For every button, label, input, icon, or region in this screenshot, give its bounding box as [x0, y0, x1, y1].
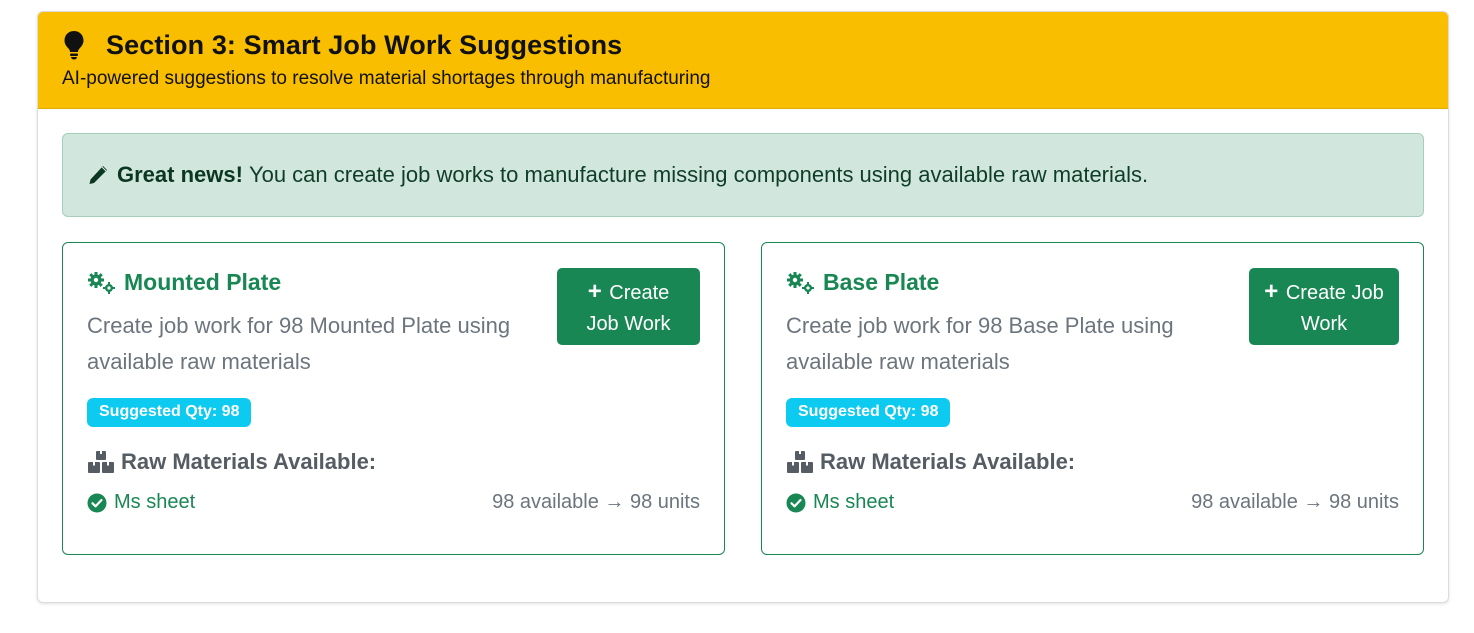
- material-name: Ms sheet: [87, 491, 195, 514]
- card-description: Create job work for 98 Base Plate using …: [786, 313, 1174, 374]
- raw-materials-title: Raw Materials Available:: [820, 449, 1076, 474]
- suggested-qty-badge: Suggested Qty: 98: [87, 398, 252, 427]
- card-title: Mounted Plate: [124, 269, 282, 295]
- check-circle-icon: [786, 493, 806, 513]
- job-suggestion-card: Mounted Plate Create job work for 98 Mou…: [62, 242, 725, 555]
- card-title-row: Mounted Plate: [87, 269, 549, 296]
- section-body: Great news! You can create job works to …: [38, 109, 1448, 555]
- lightbulb-icon: [62, 28, 86, 62]
- create-job-work-button[interactable]: + Create Job Work: [557, 268, 700, 345]
- plus-icon: +: [587, 278, 602, 305]
- pencil-icon: [87, 164, 109, 186]
- create-job-work-button[interactable]: + Create Job Work: [1249, 268, 1399, 345]
- card-description: Create job work for 98 Mounted Plate usi…: [87, 313, 511, 374]
- material-row: Ms sheet 98 available → 98 units: [786, 491, 1399, 514]
- material-row: Ms sheet 98 available → 98 units: [87, 491, 700, 514]
- card-info: Base Plate Create job work for 98 Base P…: [786, 267, 1249, 380]
- card-title-row: Base Plate: [786, 269, 1241, 296]
- section-header: Section 3: Smart Job Work Suggestions AI…: [38, 12, 1448, 109]
- smart-job-work-section: Section 3: Smart Job Work Suggestions AI…: [37, 11, 1449, 603]
- cogs-icon: [786, 271, 816, 295]
- material-name-text: Ms sheet: [813, 491, 895, 513]
- material-qty: 98 available → 98 units: [492, 491, 700, 513]
- plus-icon: +: [1264, 278, 1279, 305]
- material-name: Ms sheet: [786, 491, 894, 514]
- boxes-icon: [786, 450, 814, 474]
- check-circle-icon: [87, 493, 107, 513]
- raw-materials-heading: Raw Materials Available:: [786, 449, 1399, 475]
- material-name-text: Ms sheet: [114, 491, 196, 513]
- section-title: Section 3: Smart Job Work Suggestions: [106, 29, 623, 60]
- cogs-icon: [87, 271, 117, 295]
- section-title-row: Section 3: Smart Job Work Suggestions: [62, 26, 1424, 64]
- card-top: Base Plate Create job work for 98 Base P…: [786, 267, 1399, 380]
- card-top: Mounted Plate Create job work for 98 Mou…: [87, 267, 700, 380]
- create-job-work-label: Create Job Work: [1285, 282, 1384, 335]
- card-info: Mounted Plate Create job work for 98 Mou…: [87, 267, 557, 380]
- section-subtitle: AI-powered suggestions to resolve materi…: [62, 68, 711, 89]
- success-alert: Great news! You can create job works to …: [62, 133, 1424, 217]
- card-title: Base Plate: [823, 269, 940, 295]
- raw-materials-title: Raw Materials Available:: [121, 449, 377, 474]
- raw-materials-heading: Raw Materials Available:: [87, 449, 700, 475]
- material-qty: 98 available → 98 units: [1191, 491, 1399, 513]
- job-suggestion-card: Base Plate Create job work for 98 Base P…: [761, 242, 1424, 555]
- job-suggestions-row: Mounted Plate Create job work for 98 Mou…: [62, 242, 1424, 555]
- alert-message: You can create job works to manufacture …: [248, 162, 1149, 187]
- alert-strong-text: Great news!: [117, 162, 243, 187]
- suggested-qty-badge: Suggested Qty: 98: [786, 398, 951, 427]
- boxes-icon: [87, 450, 115, 474]
